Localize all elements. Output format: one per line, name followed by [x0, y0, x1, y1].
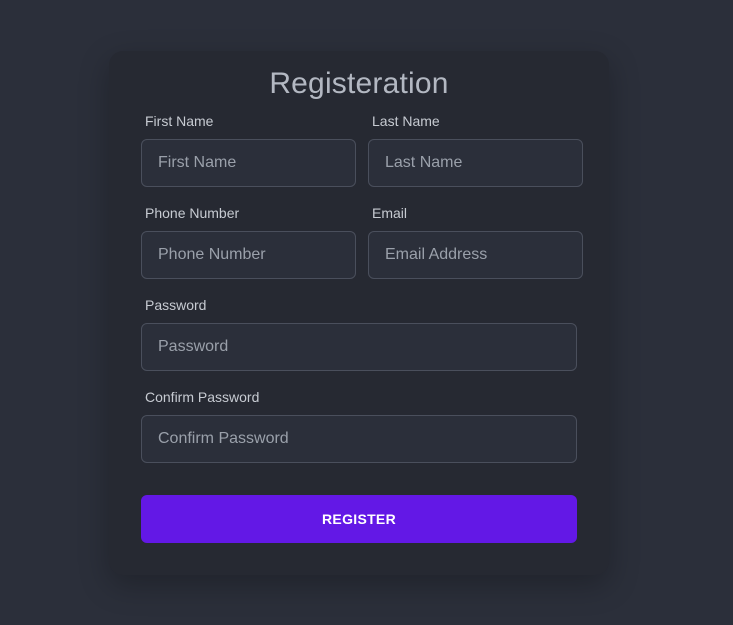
- form-title: Registeration: [269, 67, 449, 100]
- phone-number-input[interactable]: [141, 231, 356, 279]
- confirm-password-input[interactable]: [141, 415, 577, 463]
- first-name-label: First Name: [145, 113, 214, 129]
- register-button[interactable]: REGISTER: [141, 495, 577, 543]
- registration-card: Registeration First Name Last Name Phone…: [109, 51, 609, 575]
- email-input[interactable]: [368, 231, 583, 279]
- last-name-input[interactable]: [368, 139, 583, 187]
- password-label: Password: [145, 297, 207, 313]
- phone-number-label: Phone Number: [145, 205, 240, 221]
- password-input[interactable]: [141, 323, 577, 371]
- confirm-password-label: Confirm Password: [145, 389, 260, 405]
- last-name-label: Last Name: [372, 113, 440, 129]
- email-label: Email: [372, 205, 408, 221]
- first-name-input[interactable]: [141, 139, 356, 187]
